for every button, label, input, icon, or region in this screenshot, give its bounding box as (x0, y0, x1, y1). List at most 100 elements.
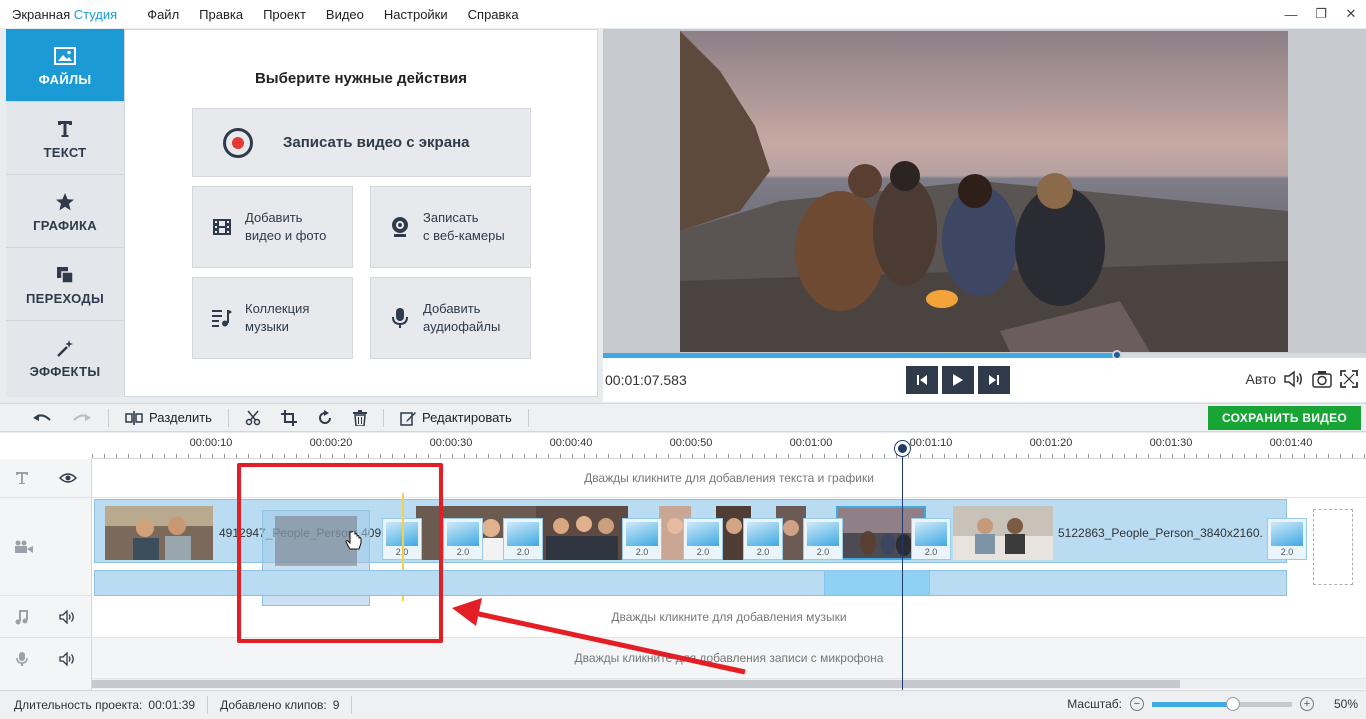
zoom-out-button[interactable]: − (1129, 697, 1144, 711)
clip-thumbnail[interactable] (536, 506, 628, 560)
volume-icon[interactable] (1284, 370, 1304, 388)
ruler-tick (848, 454, 849, 458)
sidebar-item-files[interactable]: ФАЙЛЫ (6, 29, 132, 102)
delete-button[interactable] (352, 409, 367, 426)
ruler-tick (1088, 454, 1089, 458)
sidebar-item-transitions[interactable]: ПЕРЕХОДЫ (6, 248, 124, 321)
menu-help[interactable]: Справка (468, 7, 519, 22)
crop-button[interactable] (280, 409, 297, 426)
menu-edit[interactable]: Правка (199, 7, 243, 22)
ruler-tick (1160, 454, 1161, 458)
magic-wand-icon (55, 336, 75, 360)
zoom-in-button[interactable]: + (1299, 697, 1314, 711)
ruler-tick (1280, 454, 1281, 458)
camera-icon[interactable] (1312, 370, 1332, 388)
add-audio-button[interactable]: Добавить аудиофайлы (370, 277, 531, 359)
previous-frame-button[interactable] (906, 366, 938, 394)
sidebar-item-text[interactable]: ТЕКСТ (6, 102, 124, 175)
zoom-slider-handle[interactable] (1226, 696, 1241, 711)
music-collection-label: Коллекция музыки (245, 301, 310, 334)
status-divider (207, 696, 209, 714)
music-collection-button[interactable]: Коллекция музыки (192, 277, 353, 359)
webcam-button[interactable]: Записать с веб-камеры (370, 186, 531, 268)
split-button[interactable]: Разделить (125, 410, 212, 425)
close-button[interactable]: ✕ (1336, 0, 1366, 28)
maximize-button[interactable]: ❐ (1306, 0, 1336, 28)
redo-button[interactable] (72, 412, 92, 424)
ruler-tick (548, 454, 549, 458)
transition-block[interactable]: 2.0 (743, 518, 783, 560)
split-icon (125, 410, 143, 425)
ruler-tick (188, 454, 189, 458)
ruler-tick (1220, 454, 1221, 458)
ruler-tick (1136, 454, 1137, 458)
ruler-tick (596, 454, 597, 458)
playhead-handle[interactable] (895, 441, 910, 456)
ruler-tick (668, 454, 669, 458)
clips-label: Добавлено клипов: (220, 698, 327, 712)
sidebar-item-graphics[interactable]: ГРАФИКА (6, 175, 124, 248)
fullscreen-icon[interactable] (1340, 370, 1358, 388)
rotate-button[interactable] (317, 409, 333, 426)
transition-duration: 2.0 (1280, 547, 1294, 557)
save-video-button[interactable]: СОХРАНИТЬ ВИДЕО (1208, 406, 1361, 430)
transition-block[interactable]: 2.0 (683, 518, 723, 560)
timeline-scrollbar[interactable] (92, 679, 1366, 689)
drop-placeholder[interactable] (1313, 509, 1353, 585)
record-screen-button[interactable]: Записать видео с экрана (192, 108, 531, 177)
ruler-tick (584, 454, 585, 458)
menu-video[interactable]: Видео (326, 7, 364, 22)
ruler-tick (236, 454, 237, 458)
ruler-tick (308, 454, 309, 458)
ruler-tick (116, 454, 117, 458)
sidebar-item-effects[interactable]: ЭФФЕКТЫ (6, 321, 124, 394)
play-button[interactable] (942, 366, 974, 394)
status-bar: Длительность проекта: 00:01:39 Добавлено… (0, 690, 1366, 719)
transition-block[interactable]: 2.0 (503, 518, 543, 560)
speaker-icon[interactable] (58, 652, 77, 666)
ruler-tick (224, 454, 225, 458)
ruler-tick (284, 454, 285, 458)
effects-strip-selected[interactable] (824, 570, 930, 596)
ruler-tick (500, 454, 501, 458)
zoom-slider[interactable] (1151, 696, 1292, 711)
zoom-slider-fill (1151, 701, 1234, 707)
quality-auto[interactable]: Авто (1245, 371, 1276, 387)
menu-file[interactable]: Файл (147, 7, 179, 22)
ruler-tick (464, 454, 465, 458)
timeline-scrollbar-thumb[interactable] (92, 680, 1180, 688)
minimize-button[interactable]: — (1276, 0, 1306, 28)
transition-block[interactable]: 2.0 (443, 518, 483, 560)
text-icon (57, 117, 73, 141)
ruler-label: 00:01:10 (909, 437, 953, 449)
cut-button[interactable] (245, 410, 261, 426)
next-frame-button[interactable] (978, 366, 1010, 394)
ruler-tick (344, 454, 345, 458)
transition-block[interactable]: 2.0 (1267, 518, 1307, 560)
time-ruler[interactable]: 00:00:10 00:00:20 00:00:30 00:00:40 00:0… (92, 433, 1366, 459)
webcam-label: Записать с веб-камеры (423, 210, 505, 243)
transition-block[interactable]: 2.0 (622, 518, 662, 560)
add-media-button[interactable]: Добавить видео и фото (192, 186, 353, 268)
ruler-tick (248, 454, 249, 458)
clip-name: 5122863_People_Person_3840x2160. (1058, 526, 1263, 540)
ruler-tick (1208, 454, 1209, 458)
menu-settings[interactable]: Настройки (384, 7, 448, 22)
eye-icon[interactable] (59, 472, 77, 484)
transition-block[interactable]: 2.0 (911, 518, 951, 560)
video-preview[interactable] (680, 31, 1288, 352)
transition-duration: 2.0 (696, 547, 710, 557)
ruler-tick (1100, 454, 1101, 458)
edit-button[interactable]: Редактировать (400, 410, 512, 426)
ruler-tick (512, 454, 513, 458)
transition-block[interactable]: 2.0 (803, 518, 843, 560)
ruler-tick (92, 454, 93, 458)
undo-button[interactable] (32, 412, 52, 424)
menu-project[interactable]: Проект (263, 7, 306, 22)
ruler-tick (104, 454, 105, 458)
ruler-tick (1184, 454, 1185, 458)
speaker-icon[interactable] (59, 609, 77, 624)
clip-thumbnail[interactable] (953, 506, 1053, 560)
clip-thumbnail[interactable] (105, 506, 213, 560)
zoom-label: Масштаб: (1067, 697, 1122, 711)
